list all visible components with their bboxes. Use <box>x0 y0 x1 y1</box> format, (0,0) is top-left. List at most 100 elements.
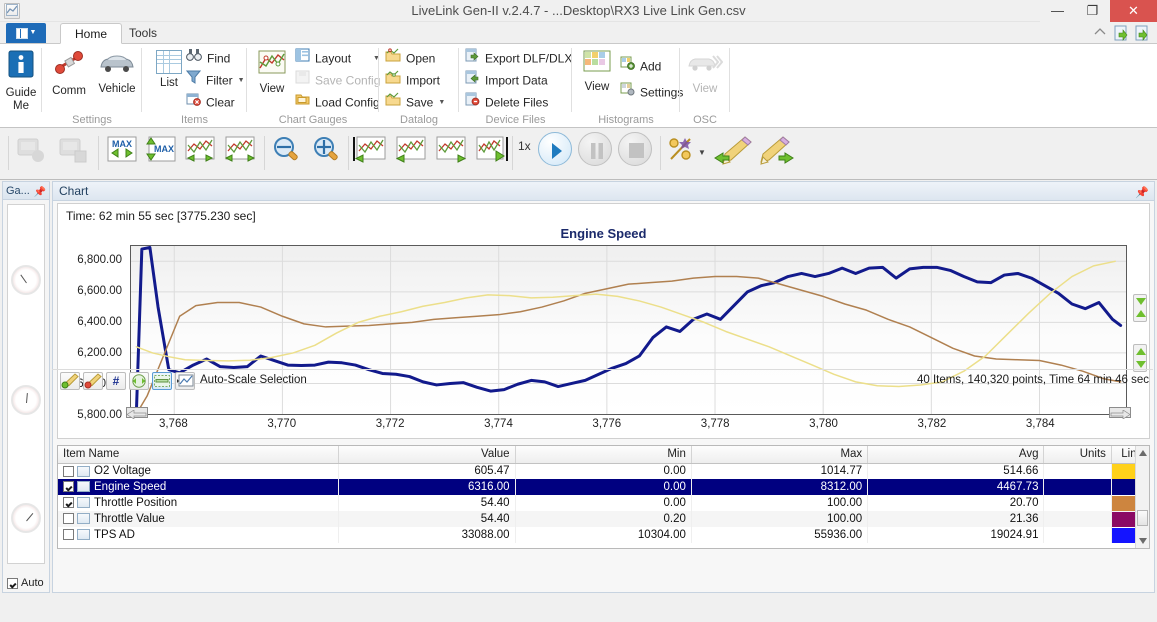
chart-start-button[interactable] <box>350 134 386 164</box>
mark-forward-button[interactable] <box>754 134 794 165</box>
help-icon[interactable] <box>1093 25 1109 41</box>
column-min[interactable]: Min <box>515 446 692 464</box>
close-button[interactable]: ✕ <box>1110 0 1157 22</box>
cell-item-name[interactable]: TPS AD <box>58 527 340 543</box>
guide-me-label-1: Guide <box>5 87 37 99</box>
delete-files-label: Delete Files <box>485 95 549 110</box>
delete-files-button[interactable]: Delete Files <box>465 92 548 113</box>
max-up-down-button[interactable]: MAX <box>142 134 176 164</box>
table-row[interactable]: Engine Speed 6316.00 0.00 8312.00 4467.73 <box>58 479 1149 495</box>
pin-icon[interactable]: 📌 <box>34 184 46 202</box>
filter-button[interactable]: Filter ▼ <box>185 70 245 91</box>
device-write-button[interactable] <box>56 134 90 164</box>
auto-scale-button[interactable] <box>152 372 172 390</box>
expand-chart-button[interactable] <box>222 134 256 164</box>
fit-width-button[interactable] <box>129 372 149 390</box>
cell-item-name[interactable]: Engine Speed <box>58 479 340 495</box>
chart-next-button[interactable] <box>434 134 468 164</box>
zoom-out-button[interactable] <box>270 134 304 164</box>
chart-scroll-left-handle[interactable] <box>126 407 148 420</box>
pause-button[interactable] <box>578 132 614 170</box>
table-row[interactable]: TPS AD 33088.00 10304.00 55936.00 19024.91 <box>58 527 1149 543</box>
export-icon[interactable] <box>1135 25 1151 41</box>
application-menu-button[interactable]: ▼ <box>6 23 46 43</box>
percent-button[interactable] <box>666 134 700 164</box>
column-item-name[interactable]: Item Name <box>58 446 340 464</box>
item-icon <box>77 529 90 541</box>
add-histogram-button[interactable]: Add <box>620 56 661 77</box>
gauge-3[interactable] <box>11 503 41 533</box>
tab-tools[interactable]: Tools <box>115 23 171 44</box>
scroll-thumb[interactable] <box>1137 510 1148 526</box>
stop-button[interactable] <box>618 132 654 170</box>
minimize-button[interactable]: — <box>1040 0 1075 22</box>
column-avg[interactable]: Avg <box>867 446 1045 464</box>
chart-vscale-handle-bottom[interactable] <box>1133 344 1147 372</box>
vehicle-button[interactable]: Vehicle <box>90 48 144 96</box>
zoom-in-button[interactable] <box>310 134 344 164</box>
clear-button[interactable]: Clear <box>186 92 235 113</box>
cell-item-name[interactable]: O2 Voltage <box>58 463 340 479</box>
device-read-button[interactable] <box>14 134 48 164</box>
item-name-text: TPS AD <box>94 529 135 541</box>
import-data-button[interactable]: Import Data <box>465 70 548 91</box>
gauge-2[interactable] <box>11 385 41 415</box>
cell-avg: 4467.73 <box>867 479 1045 495</box>
marker-b-button[interactable] <box>83 372 103 390</box>
save-config-button[interactable]: Save Config <box>295 70 380 91</box>
export-dlf-button[interactable]: Export DLF/DLX <box>465 48 572 69</box>
items-table[interactable]: Item Name Value Min Max Avg Units Line O… <box>57 445 1150 549</box>
hash-button[interactable]: # <box>106 372 126 390</box>
max-left-right-button[interactable]: MAX <box>104 134 138 164</box>
row-checkbox[interactable] <box>63 529 74 541</box>
table-row[interactable]: O2 Voltage 605.47 0.00 1014.77 514.66 <box>58 463 1149 479</box>
comm-button[interactable]: Comm <box>42 48 96 98</box>
histogram-view-button[interactable]: View <box>570 48 624 94</box>
load-config-button[interactable]: Load Config <box>295 92 380 113</box>
playback-speed-label[interactable]: 1x <box>518 139 531 153</box>
table-row[interactable]: Throttle Value 54.40 0.20 100.00 21.36 <box>58 511 1149 527</box>
auto-scale-checkbox-row[interactable]: Auto <box>7 577 44 589</box>
find-button[interactable]: Find <box>186 48 230 69</box>
column-value[interactable]: Value <box>338 446 516 464</box>
row-checkbox[interactable] <box>63 465 74 477</box>
chart-end-button[interactable] <box>474 134 508 164</box>
pin-icon[interactable]: 📌 <box>1135 184 1149 203</box>
save-datalog-button[interactable]: Save ▼ <box>385 92 445 113</box>
mark-back-button[interactable] <box>712 134 752 165</box>
layout-button[interactable]: Layout ▼ <box>295 48 380 69</box>
chart-scroll-right-handle[interactable] <box>1109 407 1131 420</box>
chevron-down-icon: ▼ <box>29 29 37 36</box>
table-scrollbar[interactable] <box>1135 446 1149 548</box>
cell-max: 55936.00 <box>691 527 869 543</box>
marker-a-button[interactable] <box>60 372 80 390</box>
histogram-settings-button[interactable]: Settings <box>620 82 683 103</box>
cell-item-name[interactable]: Throttle Value <box>58 511 340 527</box>
chart-area[interactable]: Time: 62 min 55 sec [3775.230 sec] Engin… <box>57 203 1150 439</box>
auto-checkbox[interactable] <box>7 577 18 589</box>
chart-view-button[interactable]: View <box>245 48 299 96</box>
column-max[interactable]: Max <box>691 446 869 464</box>
import-icon[interactable] <box>1114 25 1130 41</box>
column-units[interactable]: Units <box>1043 446 1112 464</box>
play-button[interactable] <box>538 132 574 170</box>
chart-prev-button[interactable] <box>392 134 426 164</box>
scroll-up-icon[interactable] <box>1139 450 1147 456</box>
import-datalog-button[interactable]: Import <box>385 70 440 91</box>
chart-vscale-handle-top[interactable] <box>1133 294 1147 322</box>
scroll-chart-lr-button[interactable] <box>182 134 216 164</box>
gauge-1[interactable] <box>11 265 41 295</box>
maximize-button[interactable]: ❐ <box>1075 0 1110 22</box>
open-datalog-button[interactable]: Open <box>385 48 435 69</box>
osc-view-button[interactable]: View <box>678 48 732 96</box>
row-checkbox[interactable] <box>63 513 74 525</box>
row-checkbox[interactable] <box>63 481 74 493</box>
tab-home[interactable]: Home <box>60 23 123 44</box>
chevron-down-icon[interactable]: ▼ <box>698 144 706 158</box>
cell-item-name[interactable]: Throttle Position <box>58 495 340 511</box>
row-checkbox[interactable] <box>63 497 74 509</box>
scroll-down-icon[interactable] <box>1139 538 1147 544</box>
export-image-button[interactable] <box>175 372 195 390</box>
table-row[interactable]: Throttle Position 54.40 0.00 100.00 20.70 <box>58 495 1149 511</box>
x-tick-label: 3,776 <box>592 418 622 430</box>
